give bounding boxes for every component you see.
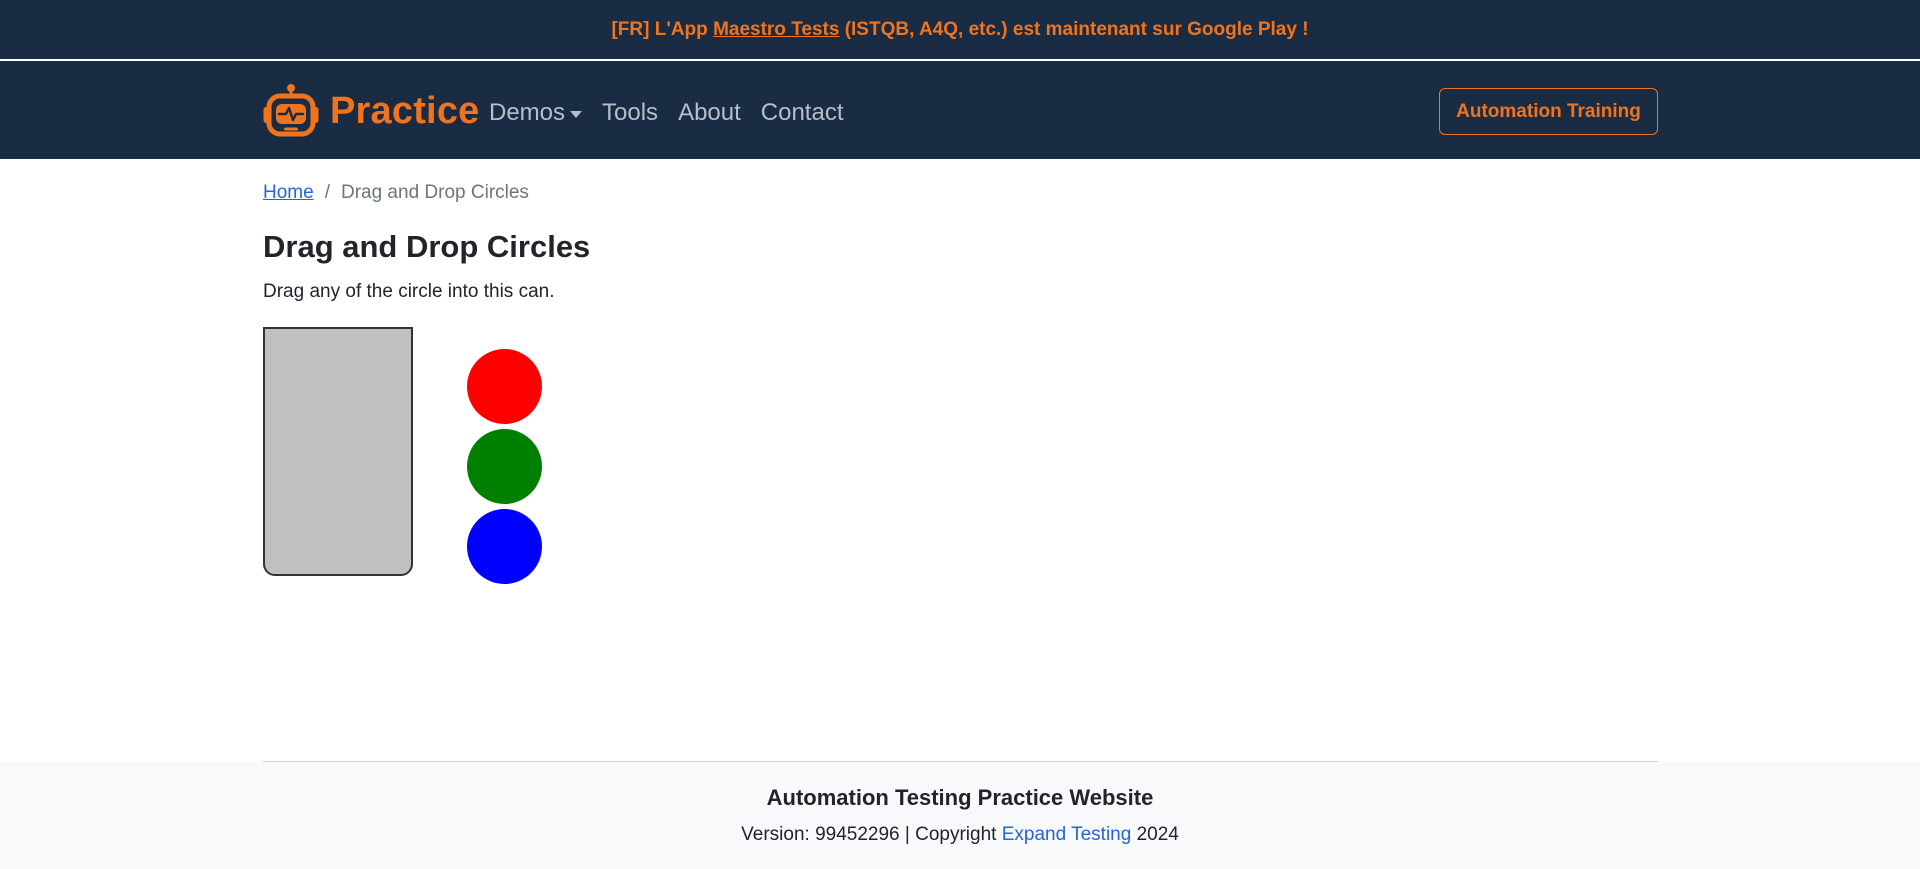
nav-contact-label: Contact	[760, 99, 844, 126]
nav-about-label: About	[678, 99, 741, 126]
nav-demos-dropdown[interactable]: Demos	[489, 99, 583, 127]
announcement-prefix: [FR] L'App	[611, 18, 714, 40]
announcement-suffix: (ISTQB, A4Q, etc.) est maintenant sur Go…	[839, 18, 1309, 40]
announcement-link[interactable]: Maestro Tests	[713, 19, 839, 40]
drop-target-can[interactable]	[263, 327, 413, 576]
announcement-bar: [FR] L'App Maestro Tests (ISTQB, A4Q, et…	[0, 0, 1920, 61]
footer-divider	[263, 761, 1658, 762]
nav-demos-label: Demos	[489, 99, 566, 126]
navbar: Practice Demos Tools About Contact Autom…	[0, 61, 1920, 159]
footer-version-text: Version: 99452296 | Copyright	[741, 824, 1002, 845]
brand-link[interactable]: Practice	[263, 83, 479, 139]
breadcrumb-separator: /	[324, 182, 330, 203]
brand-name: Practice	[330, 89, 480, 132]
footer-company-link[interactable]: Expand Testing	[1002, 824, 1132, 845]
breadcrumb-current: Drag and Drop Circles	[340, 182, 529, 203]
nav-about-link[interactable]: About	[678, 99, 741, 127]
footer: Automation Testing Practice Website Vers…	[0, 761, 1920, 869]
footer-version-line: Version: 99452296 | Copyright Expand Tes…	[0, 824, 1920, 846]
nav-links: Demos Tools About Contact	[489, 95, 864, 131]
footer-year: 2024	[1131, 824, 1179, 845]
caret-down-icon	[570, 110, 583, 118]
draggable-green-circle[interactable]	[467, 429, 542, 504]
nav-tools-link[interactable]: Tools	[602, 99, 658, 127]
announcement-text: [FR] L'App Maestro Tests (ISTQB, A4Q, et…	[611, 19, 1308, 41]
footer-title: Automation Testing Practice Website	[766, 785, 1154, 810]
breadcrumb-home-link[interactable]: Home	[263, 182, 314, 204]
draggable-blue-circle[interactable]	[467, 509, 542, 584]
draggable-red-circle[interactable]	[467, 349, 542, 424]
instructions-text: Drag any of the circle into this can.	[263, 281, 555, 302]
robot-icon	[263, 84, 319, 137]
breadcrumb: Home / Drag and Drop Circles	[263, 182, 529, 204]
automation-training-button[interactable]: Automation Training	[1439, 88, 1658, 135]
nav-contact-link[interactable]: Contact	[761, 99, 844, 127]
nav-tools-label: Tools	[602, 99, 659, 126]
page-title: Drag and Drop Circles	[263, 229, 591, 264]
